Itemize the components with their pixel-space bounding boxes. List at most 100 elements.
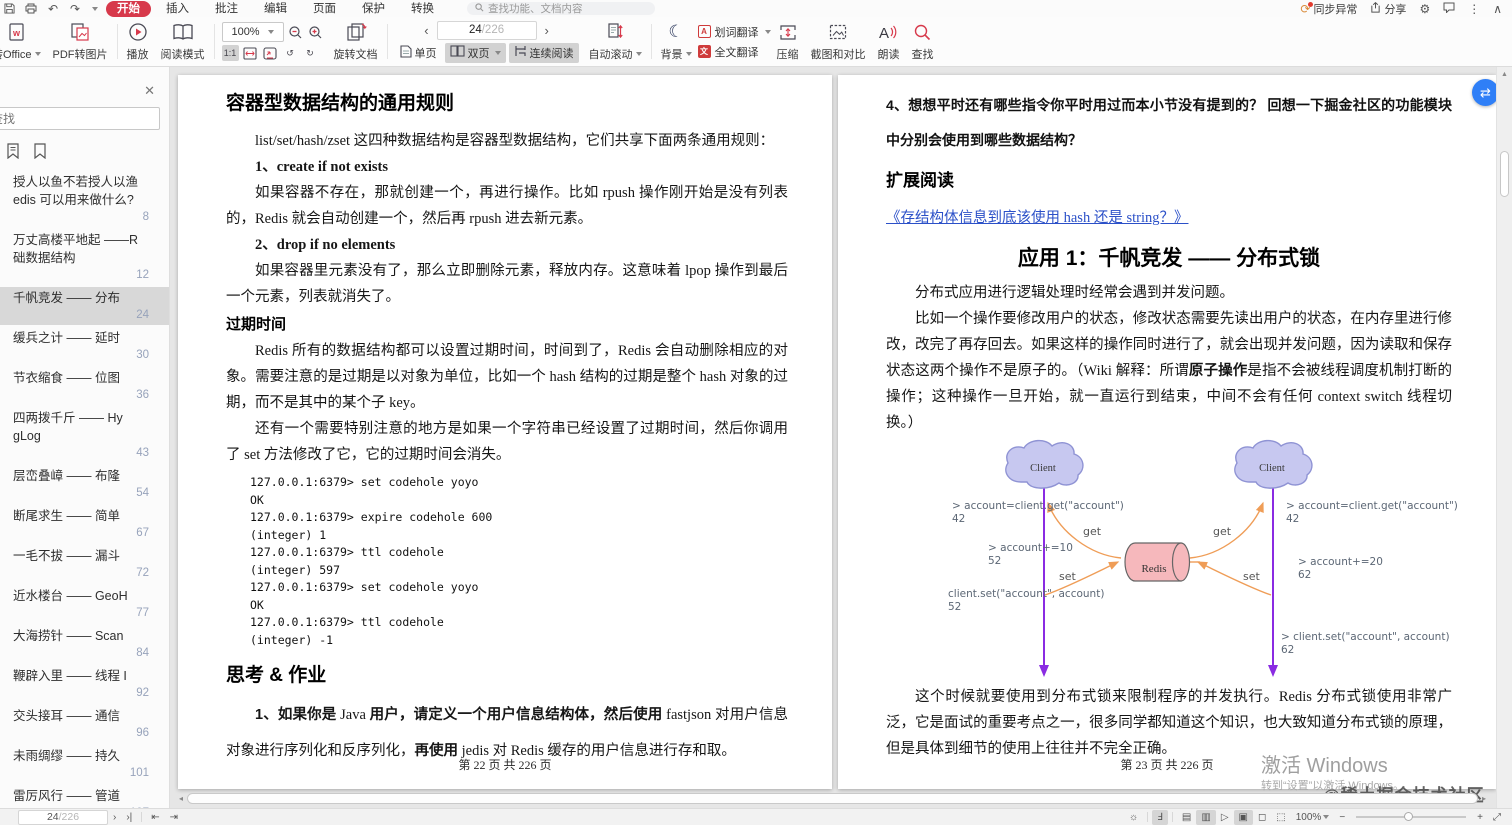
continuous-read-button[interactable]: 连续阅读: [508, 42, 579, 63]
save-icon[interactable]: [2, 2, 16, 15]
zoom-slider-knob[interactable]: [1404, 812, 1414, 821]
vertical-scroll-thumb[interactable]: [1500, 151, 1509, 197]
screenshot-compare-button[interactable]: 截图和对比: [805, 19, 872, 64]
background-button[interactable]: ☾ 背景: [655, 19, 698, 64]
status-page-input[interactable]: 24/226: [18, 809, 108, 825]
outline-item[interactable]: 一毛不拔 —— 漏斗 72: [0, 545, 169, 583]
quick-access-caret-icon[interactable]: [92, 6, 98, 11]
share-button[interactable]: 分享: [1370, 1, 1406, 17]
read-aloud-button[interactable]: A 朗读: [872, 19, 906, 64]
outline-item[interactable]: 万丈高楼平地起 ——R 础数据结构 12: [0, 229, 169, 285]
status-continuous-icon[interactable]: Ⅎ: [1152, 809, 1168, 825]
tab-protect[interactable]: 保护: [351, 1, 396, 17]
rotate-ccw-icon[interactable]: ↺: [282, 45, 299, 61]
outline-item[interactable]: 层峦叠嶂 —— 布隆 54: [0, 465, 169, 503]
tab-page[interactable]: 页面: [302, 1, 347, 17]
double-page-button[interactable]: 双页: [444, 42, 506, 63]
outline-item[interactable]: 四两拨千斤 —— Hy gLog 43: [0, 407, 169, 463]
print-icon[interactable]: [24, 2, 38, 15]
auto-scroll-button[interactable]: 自动滚动: [583, 19, 648, 64]
outline-item[interactable]: 大海捞针 —— Scan 84: [0, 625, 169, 663]
tab-edit[interactable]: 编辑: [253, 1, 298, 17]
extended-reading-link[interactable]: 《存结构体信息到底该使用 hash 还是 string？》: [886, 205, 1188, 231]
fullscreen-icon[interactable]: ⤢: [1488, 810, 1506, 825]
zoom-level-dropdown[interactable]: 100%: [221, 22, 284, 42]
play-button[interactable]: 播放: [121, 19, 155, 64]
status-single-page-icon[interactable]: ▤: [1177, 810, 1196, 825]
homework-heading: 思考 & 作业: [226, 665, 327, 686]
scroll-left-icon[interactable]: ◂: [179, 794, 183, 803]
tab-convert[interactable]: 转换: [400, 1, 445, 17]
status-zoom-level[interactable]: 100%: [1291, 810, 1335, 825]
scroll-right-icon[interactable]: ▸: [1482, 794, 1486, 803]
feedback-icon[interactable]: [1443, 2, 1455, 16]
outline-item[interactable]: 交头接耳 —— 通信 96: [0, 705, 169, 743]
close-sidebar-icon[interactable]: ✕: [144, 83, 155, 99]
next-page-icon[interactable]: ›: [545, 23, 549, 38]
page-number-input[interactable]: 24/226: [436, 20, 537, 40]
zoom-out-icon[interactable]: [287, 24, 304, 40]
quick-access-toolbar: ↶ ↷: [0, 2, 106, 16]
rotate-cw-icon[interactable]: ↻: [302, 45, 319, 61]
ribbon-tabs: 开始 插入 批注 编辑 页面 保护 转换: [106, 0, 445, 17]
status-play-icon[interactable]: ▷: [1216, 810, 1234, 825]
undo-icon[interactable]: ↶: [46, 2, 60, 16]
zoom-minus-icon[interactable]: −: [1334, 810, 1350, 825]
to-office-button[interactable]: w 转Office: [0, 19, 47, 64]
bookmark-list-icon[interactable]: [6, 143, 20, 164]
tab-home[interactable]: 开始: [106, 0, 151, 17]
zoom-slider[interactable]: [1356, 812, 1467, 821]
outline-item[interactable]: 千帆竞发 —— 分布 24: [0, 287, 169, 325]
outline-item[interactable]: 节衣缩食 —— 位图 36: [0, 367, 169, 405]
outline-item[interactable]: 未雨绸缪 —— 持久 101: [0, 745, 169, 783]
view-forward-icon[interactable]: ⇥: [165, 810, 183, 825]
zoom-plus-icon[interactable]: +: [1472, 810, 1488, 825]
view-back-icon[interactable]: ⇤: [146, 810, 164, 825]
outline-item[interactable]: 缓兵之计 —— 延时 30: [0, 327, 169, 365]
scroll-up-icon[interactable]: ▲: [1501, 71, 1508, 78]
outline-search-input[interactable]: [0, 107, 160, 130]
outline-item[interactable]: 近水楼台 —— GeoH 77: [0, 585, 169, 623]
horizontal-scrollbar[interactable]: ◂ ▸: [179, 792, 1486, 805]
vertical-scrollbar[interactable]: ▲: [1496, 67, 1512, 808]
floating-translate-button[interactable]: ⇄: [1472, 79, 1496, 106]
question-paragraph: 4、想想平时还有哪些指令你平时用过而本小节没有提到的？ 回想一下掘金社区的功能模…: [886, 97, 1452, 148]
read-mode-button[interactable]: 阅读模式: [155, 19, 211, 64]
full-translate-button[interactable]: 文 全文翻译: [697, 44, 771, 60]
rotate-document-button[interactable]: 旋转文档: [328, 19, 384, 64]
word-translate-button[interactable]: A 划词翻译: [697, 24, 771, 40]
status-actual-size-icon[interactable]: ▣: [1233, 809, 1253, 825]
more-kebab-icon[interactable]: ⋮: [1468, 2, 1480, 16]
compress-button[interactable]: 压缩: [771, 19, 805, 64]
sync-status[interactable]: ⟳ 同步异常: [1300, 1, 1357, 17]
statusbar: 24/226 › ›| ⇤ ⇥ ☼ Ⅎ ▤ ▥ ▷ ▣ ◻ ⬚ 100% − +…: [0, 808, 1512, 825]
fit-page-icon[interactable]: [262, 45, 279, 61]
status-fit-page-icon[interactable]: ⬚: [1271, 810, 1290, 825]
horizontal-scroll-thumb[interactable]: [187, 793, 1478, 804]
search-box[interactable]: 查找功能、文档内容: [467, 2, 655, 15]
status-double-page-icon[interactable]: ▥: [1196, 809, 1216, 825]
outline-item[interactable]: 鞭辟入里 —— 线程 I 92: [0, 665, 169, 703]
tab-annotate[interactable]: 批注: [204, 1, 249, 17]
bookmark-icon[interactable]: [33, 143, 47, 164]
zoom-in-icon[interactable]: [307, 24, 324, 40]
outline-item[interactable]: 雷厉风行 —— 管道 107: [0, 785, 169, 808]
settings-gear-icon[interactable]: ⚙: [1419, 2, 1430, 16]
redo-icon[interactable]: ↷: [68, 2, 82, 16]
rule1-heading: 1、create if not exists: [255, 159, 389, 175]
collapse-ribbon-icon[interactable]: ∧: [1493, 2, 1502, 16]
find-button[interactable]: 查找: [906, 19, 940, 64]
outline-item[interactable]: 授人以鱼不若授人以渔 edis 可以用来做什么? 8: [0, 171, 169, 227]
activate-windows-watermark: 激活 Windows: [1261, 755, 1388, 777]
single-page-button[interactable]: 单页: [395, 43, 442, 63]
eye-protect-icon[interactable]: ☼: [1124, 810, 1143, 825]
pdf-to-image-button[interactable]: PDF转图片: [47, 19, 114, 64]
status-last-page-icon[interactable]: ›|: [121, 810, 137, 825]
outline-item[interactable]: 断尾求生 —— 简单 67: [0, 505, 169, 543]
fit-width-icon[interactable]: [242, 45, 259, 61]
actual-size-button[interactable]: 1:1: [221, 45, 239, 61]
status-fit-width-icon[interactable]: ◻: [1253, 810, 1271, 825]
status-next-page-icon[interactable]: ›: [108, 810, 121, 825]
tab-insert[interactable]: 插入: [155, 1, 200, 17]
prev-page-icon[interactable]: ‹: [424, 23, 428, 38]
